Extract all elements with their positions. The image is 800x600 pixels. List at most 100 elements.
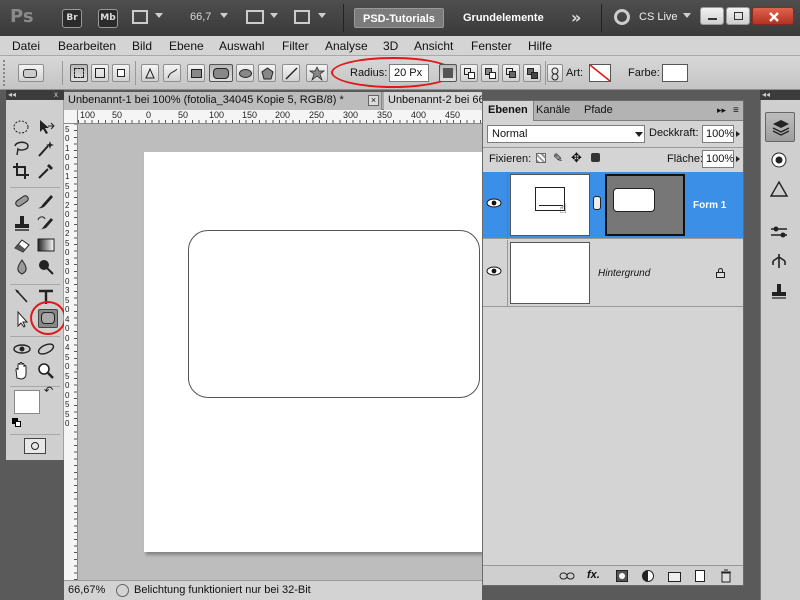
mask-link-icon[interactable] (593, 196, 601, 210)
style-picker-icon[interactable] (589, 64, 611, 82)
cs-live-icon[interactable] (614, 9, 630, 25)
move-tool-icon[interactable] (36, 118, 58, 138)
new-group-icon[interactable] (667, 569, 681, 583)
ruler-origin[interactable] (64, 110, 78, 124)
lock-position-icon[interactable]: ✥ (571, 150, 582, 166)
document-tab-unbenannt-2[interactable]: Unbenannt-2 bei 66,7% (Form 1, RGB/8) * (384, 92, 482, 110)
arrange-dropdown-icon[interactable] (270, 13, 278, 18)
brush-tool-icon[interactable] (36, 192, 58, 212)
zoom-level[interactable]: 66,7 (190, 11, 211, 23)
more-workspaces-icon[interactable]: » (571, 8, 581, 27)
view-extras-dropdown-icon[interactable] (155, 13, 163, 18)
menu-ebene[interactable]: Ebene (169, 39, 204, 53)
lock-image-icon[interactable]: ✎ (553, 151, 563, 165)
freeform-pen-option-icon[interactable] (163, 64, 181, 82)
color-swatch[interactable] (662, 64, 688, 82)
shape-layers-mode-button[interactable] (70, 64, 88, 82)
blend-mode-select[interactable]: Normal (487, 125, 645, 143)
horizontal-ruler[interactable]: 100 50 0 50 100 150 200 250 300 350 400 … (78, 110, 482, 124)
layer-row-hintergrund[interactable]: Hintergrund (483, 240, 743, 307)
tab-kanaele[interactable]: Kanäle (531, 101, 575, 121)
layer-name[interactable]: Hintergrund (598, 268, 650, 279)
default-colors-icon[interactable] (12, 418, 21, 427)
zoom-dropdown-icon[interactable] (220, 13, 228, 18)
tool-presets-dock-icon[interactable] (768, 282, 792, 304)
new-layer-icon[interactable] (693, 569, 707, 583)
document-tab-unbenannt-1[interactable]: Unbenannt-1 bei 100% (fotolia_34045 Kopi… (64, 92, 382, 110)
close-toolbox-icon[interactable]: x (54, 91, 58, 99)
3d-rotate-tool-icon[interactable] (12, 340, 34, 360)
custom-shape-option-icon[interactable] (306, 64, 328, 82)
lock-all-icon[interactable] (591, 153, 600, 162)
clone-stamp-tool-icon[interactable] (12, 214, 34, 234)
cs-live-dropdown-icon[interactable] (683, 13, 691, 18)
adjustments-dock-icon[interactable] (768, 222, 792, 244)
link-style-icon[interactable] (547, 64, 563, 82)
mini-bridge-button[interactable]: Mb (98, 9, 118, 28)
close-tab-icon[interactable]: × (368, 95, 379, 106)
quick-mask-icon[interactable] (24, 438, 46, 454)
status-zoom-field[interactable]: 66,67% (68, 584, 112, 596)
eraser-tool-icon[interactable] (12, 236, 34, 256)
lasso-tool-icon[interactable] (12, 140, 34, 160)
toolbox-header[interactable]: ◂◂ x (6, 90, 64, 100)
opacity-slider-icon[interactable] (736, 131, 740, 137)
layer-name[interactable]: Form 1 (693, 200, 726, 211)
rounded-rectangle-option-icon[interactable] (209, 64, 233, 82)
menu-auswahl[interactable]: Auswahl (219, 39, 264, 53)
ellipse-option-icon[interactable] (236, 64, 254, 82)
fill-pixels-mode-button[interactable] (112, 64, 130, 82)
adjustment-layer-icon[interactable] (641, 569, 655, 583)
foreground-color-swatch[interactable] (14, 390, 40, 414)
swap-colors-icon[interactable]: ↶ (44, 384, 53, 397)
hand-tool-icon[interactable] (12, 362, 34, 382)
clone-source-dock-icon[interactable] (768, 252, 792, 274)
tool-preset-picker-button[interactable] (18, 64, 44, 82)
collapse-icon[interactable]: ◂◂ (8, 91, 16, 99)
paths-mode-button[interactable] (91, 64, 109, 82)
history-brush-tool-icon[interactable] (36, 214, 58, 234)
menu-analyse[interactable]: Analyse (325, 39, 368, 53)
menu-3d[interactable]: 3D (383, 39, 398, 53)
rectangle-shape-option-icon[interactable] (187, 64, 205, 82)
dodge-tool-icon[interactable] (36, 258, 58, 278)
add-layer-mask-icon[interactable] (615, 569, 629, 583)
menu-bild[interactable]: Bild (132, 39, 152, 53)
menu-hilfe[interactable]: Hilfe (528, 39, 552, 53)
pen-tool-icon[interactable] (12, 288, 34, 308)
view-extras-icon[interactable] (132, 10, 148, 24)
blur-tool-icon[interactable] (12, 258, 34, 278)
layer-row-form-1[interactable]: ☝ Form 1 (483, 172, 743, 239)
bridge-button[interactable]: Br (62, 9, 82, 28)
link-layers-icon[interactable] (559, 569, 575, 583)
collapse-panel-icon[interactable]: ▸▸ (717, 105, 726, 116)
workspace-psd-tutorials-button[interactable]: PSD-Tutorials (354, 8, 444, 28)
create-new-shape-layer-button[interactable] (439, 64, 457, 82)
screen-mode-dropdown-icon[interactable] (318, 13, 326, 18)
cs-live-label[interactable]: CS Live (639, 11, 678, 23)
vertical-ruler[interactable]: 050100150200250300350400450500550 (64, 110, 78, 580)
lock-transparency-icon[interactable] (536, 153, 546, 163)
visibility-eye-icon[interactable] (485, 196, 505, 216)
menu-fenster[interactable]: Fenster (471, 39, 512, 53)
menu-filter[interactable]: Filter (282, 39, 309, 53)
rectangular-marquee-tool-icon[interactable] (12, 118, 34, 138)
subtract-from-shape-area-button[interactable] (481, 64, 499, 82)
zoom-tool-icon[interactable] (36, 362, 58, 382)
status-info-icon[interactable] (116, 584, 129, 597)
minimize-button[interactable] (700, 7, 724, 25)
exclude-overlapping-areas-button[interactable] (523, 64, 541, 82)
line-option-icon[interactable] (282, 64, 300, 82)
delete-layer-icon[interactable] (719, 569, 733, 583)
layers-dock-button[interactable] (765, 112, 795, 142)
arrange-documents-icon[interactable] (246, 10, 264, 24)
visibility-eye-icon[interactable] (485, 264, 505, 284)
screen-mode-icon[interactable] (294, 10, 310, 24)
rounded-rectangle-shape[interactable] (188, 230, 480, 398)
layer-effects-icon[interactable]: fx. (587, 569, 601, 583)
menu-bearbeiten[interactable]: Bearbeiten (58, 39, 116, 53)
menu-datei[interactable]: Datei (12, 39, 40, 53)
fill-slider-icon[interactable] (736, 156, 740, 162)
color-dock-icon[interactable] (768, 150, 792, 172)
close-window-button[interactable] (752, 7, 794, 25)
